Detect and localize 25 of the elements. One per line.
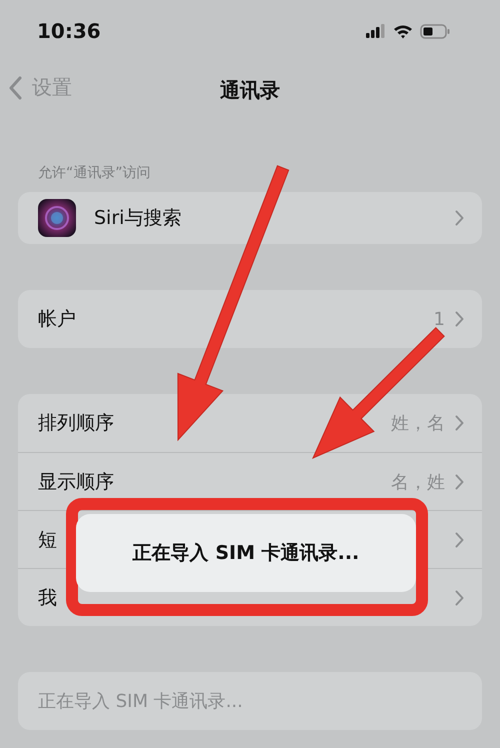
chevron-icon	[455, 210, 464, 226]
back-chevron-icon	[8, 76, 22, 100]
chevron-icon	[455, 532, 464, 548]
chevron-icon	[455, 590, 464, 606]
row-label[interactable]: 我	[38, 584, 57, 610]
siri-icon	[38, 199, 76, 237]
row-label[interactable]: 排列顺序	[38, 410, 114, 436]
status-time: 10:36	[37, 19, 101, 43]
section-header: 允许“通讯录”访问	[37, 164, 152, 183]
battery-icon	[420, 24, 450, 38]
row-label[interactable]: 帐户	[38, 306, 76, 332]
page-title: 通讯录	[220, 76, 280, 104]
wifi-icon	[393, 24, 413, 38]
row-value: 姓，名	[391, 412, 445, 435]
status-text: 正在导入 SIM 卡通讯录...	[38, 690, 243, 713]
row-label[interactable]: 显示顺序	[38, 468, 114, 494]
row-value: 名，姓	[391, 470, 445, 494]
chevron-icon	[455, 311, 464, 327]
alert-message: 正在导入 SIM 卡通讯录...	[132, 541, 360, 566]
chevron-icon	[455, 415, 464, 431]
row-value: 1	[434, 308, 445, 330]
signal-icon	[366, 24, 386, 38]
row-label[interactable]: Siri与搜索	[94, 205, 182, 231]
chevron-icon	[455, 474, 464, 490]
row-label[interactable]: 短	[38, 526, 57, 552]
